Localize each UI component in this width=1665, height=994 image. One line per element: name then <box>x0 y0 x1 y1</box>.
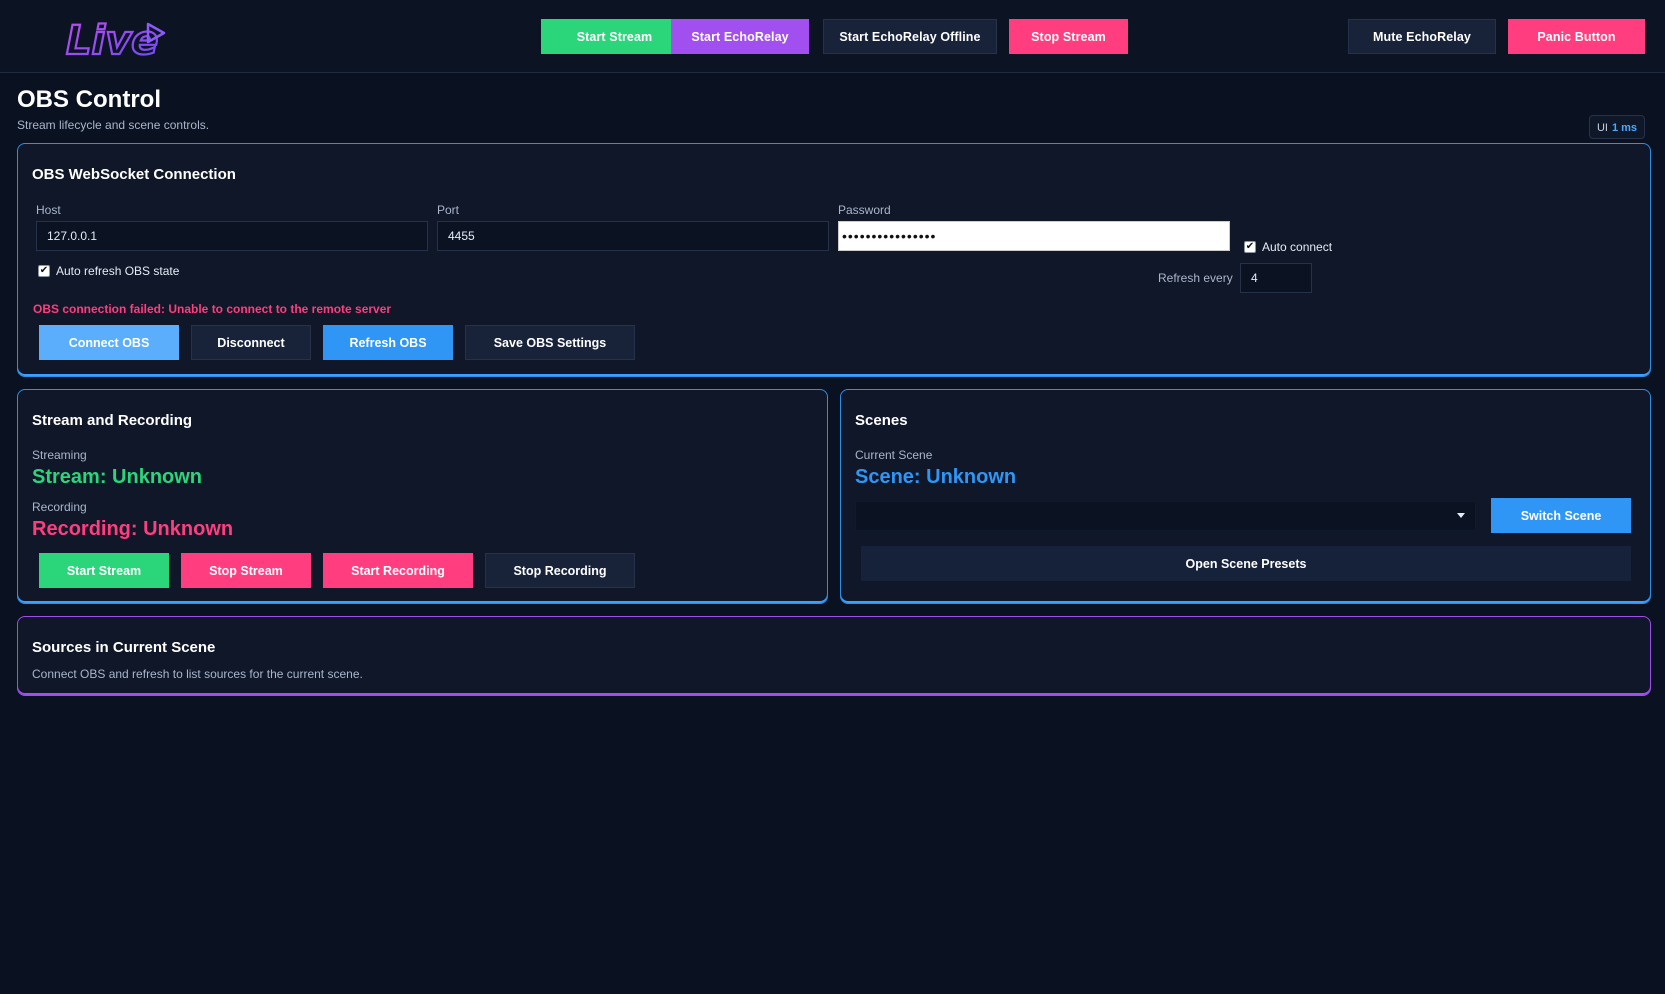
refresh-every-label: Refresh every <box>1158 271 1233 285</box>
connect-obs-button[interactable]: Connect OBS <box>39 325 179 360</box>
ui-latency-badge: UI 1 ms <box>1589 115 1645 139</box>
port-input[interactable] <box>437 221 829 251</box>
mute-echorelay-button[interactable]: Mute EchoRelay <box>1348 19 1496 54</box>
password-label: Password <box>838 203 891 217</box>
ui-label: UI <box>1596 122 1608 134</box>
sources-message: Connect OBS and refresh to list sources … <box>32 667 363 681</box>
recording-label: Recording <box>32 500 87 514</box>
top-start-echorelay-button[interactable]: Start EchoRelay <box>671 19 809 54</box>
host-input[interactable] <box>36 221 428 251</box>
stop-recording-button[interactable]: Stop Recording <box>485 553 635 588</box>
stream-recording-card: Stream and Recording Streaming Stream: U… <box>17 389 828 604</box>
streaming-label: Streaming <box>32 448 87 462</box>
auto-connect-checkbox[interactable]: ✔ Auto connect <box>1244 240 1332 254</box>
logo-text: Live <box>66 18 158 64</box>
start-stream-button[interactable]: Start Stream <box>39 553 169 588</box>
scenes-card: Scenes Current Scene Scene: Unknown Swit… <box>840 389 1651 604</box>
port-label: Port <box>437 203 460 217</box>
ui-ms-value: 1 ms <box>1611 122 1638 134</box>
stream-recording-title: Stream and Recording <box>32 412 193 429</box>
refresh-every-input[interactable] <box>1240 263 1312 293</box>
refresh-obs-button[interactable]: Refresh OBS <box>323 325 453 360</box>
host-label: Host <box>36 203 61 217</box>
top-start-echorelay-offline-button[interactable]: Start EchoRelay Offline <box>823 19 997 54</box>
password-input[interactable] <box>838 221 1230 251</box>
sources-card: Sources in Current Scene Connect OBS and… <box>17 616 1651 696</box>
scenes-title: Scenes <box>855 412 908 429</box>
scene-select[interactable] <box>855 501 1476 531</box>
sources-title: Sources in Current Scene <box>32 639 216 656</box>
page-subtitle: Stream lifecycle and scene controls. <box>17 118 210 132</box>
save-obs-settings-button[interactable]: Save OBS Settings <box>465 325 635 360</box>
top-stop-stream-button[interactable]: Stop Stream <box>1009 19 1128 54</box>
start-recording-button[interactable]: Start Recording <box>323 553 473 588</box>
stream-status: Stream: Unknown <box>32 466 203 488</box>
switch-scene-button[interactable]: Switch Scene <box>1491 498 1631 533</box>
page-title: OBS Control <box>17 86 161 113</box>
stop-stream-button[interactable]: Stop Stream <box>181 553 311 588</box>
checkbox-checked-icon[interactable]: ✔ <box>38 265 50 277</box>
disconnect-button[interactable]: Disconnect <box>191 325 311 360</box>
chevron-down-icon[interactable] <box>1457 513 1465 518</box>
connection-error: OBS connection failed: Unable to connect… <box>33 302 392 316</box>
open-scene-presets-button[interactable]: Open Scene Presets <box>861 546 1631 581</box>
checkbox-checked-icon[interactable]: ✔ <box>1244 241 1256 253</box>
obs-connection-card: OBS WebSocket Connection Host Port Passw… <box>17 143 1651 377</box>
connection-title: OBS WebSocket Connection <box>32 166 236 183</box>
current-scene-label: Current Scene <box>855 448 933 462</box>
auto-refresh-checkbox[interactable]: ✔ Auto refresh OBS state <box>38 264 179 278</box>
top-start-stream-button[interactable]: Start Stream <box>541 19 688 54</box>
recording-status: Recording: Unknown <box>32 518 234 540</box>
auto-refresh-label: Auto refresh OBS state <box>56 264 180 278</box>
top-bar: Live Start Stream Start EchoRelay Start … <box>0 0 1665 73</box>
scene-status: Scene: Unknown <box>855 466 1017 488</box>
auto-connect-label: Auto connect <box>1262 240 1333 254</box>
live-logo: Live <box>65 17 166 65</box>
panic-button[interactable]: Panic Button <box>1508 19 1645 54</box>
